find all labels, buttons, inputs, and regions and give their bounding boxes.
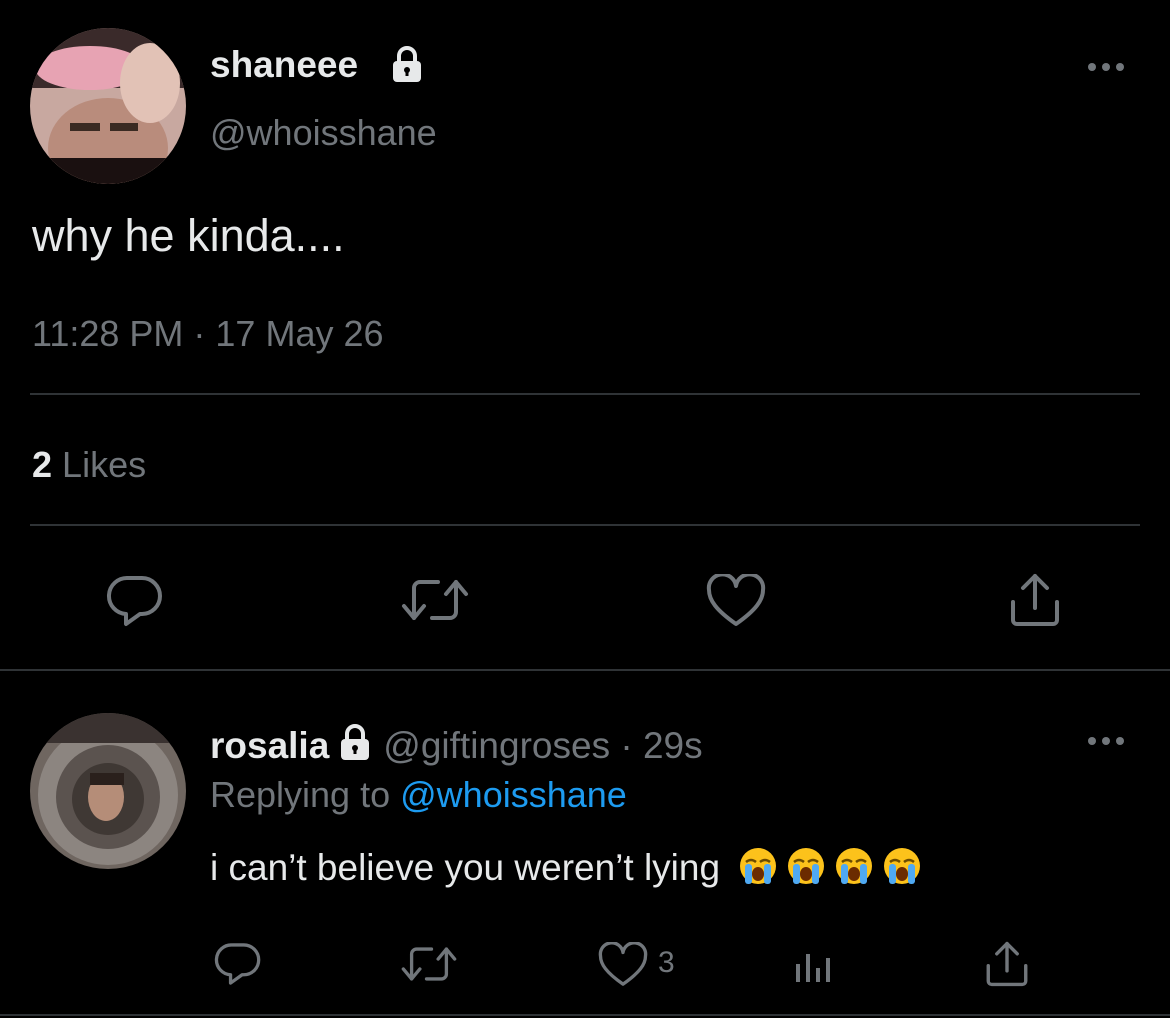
avatar-rosalia[interactable] — [30, 713, 186, 869]
divider — [30, 393, 1140, 395]
more-options-icon[interactable] — [1086, 60, 1126, 74]
reply-text-container: i can’t believe you weren’t lying — [210, 846, 922, 889]
loudly-crying-face-icon — [786, 846, 826, 886]
reply-text: i can’t believe you weren’t lying — [210, 847, 721, 888]
share-icon[interactable] — [984, 940, 1030, 988]
loudly-crying-face-icon — [882, 846, 922, 886]
avatar-shaneee[interactable] — [30, 28, 186, 184]
tweet-text: why he kinda.... — [32, 210, 345, 261]
user-handle[interactable]: @whoisshane — [210, 112, 437, 154]
reply-icon[interactable] — [214, 940, 262, 988]
user-handle[interactable]: @giftingroses — [383, 725, 610, 766]
replying-to: Replying to @whoisshane — [210, 774, 627, 816]
loudly-crying-face-icon — [834, 846, 874, 886]
likes-count[interactable]: 2 Likes — [32, 444, 146, 486]
more-options-icon[interactable] — [1086, 734, 1126, 748]
divider — [30, 524, 1140, 526]
analytics-icon[interactable] — [794, 946, 834, 984]
tweet-timestamp[interactable]: 11:28 PM · 17 May 26 — [32, 313, 384, 355]
reply-header: rosalia @giftingroses · 29s — [210, 722, 703, 767]
lock-icon — [387, 44, 427, 84]
like-count: 3 — [658, 946, 675, 979]
display-name[interactable]: rosalia — [210, 725, 329, 766]
retweet-icon[interactable] — [400, 574, 470, 626]
share-icon[interactable] — [1008, 572, 1062, 628]
loudly-crying-face-icon — [738, 846, 778, 886]
replying-to-link[interactable]: @whoisshane — [400, 774, 627, 815]
retweet-icon[interactable] — [400, 942, 458, 986]
lock-icon — [335, 722, 375, 762]
like-icon[interactable] — [706, 574, 766, 628]
separator-dot: · — [610, 725, 643, 766]
display-name[interactable]: shaneee — [210, 44, 358, 86]
likes-label: Likes — [62, 444, 147, 485]
reply-icon[interactable] — [106, 572, 164, 630]
tweet-age[interactable]: 29s — [643, 725, 703, 766]
divider — [0, 1014, 1170, 1016]
like-icon[interactable] — [598, 942, 648, 988]
replying-label: Replying to — [210, 774, 391, 815]
likes-number: 2 — [32, 444, 53, 485]
divider — [0, 669, 1170, 671]
